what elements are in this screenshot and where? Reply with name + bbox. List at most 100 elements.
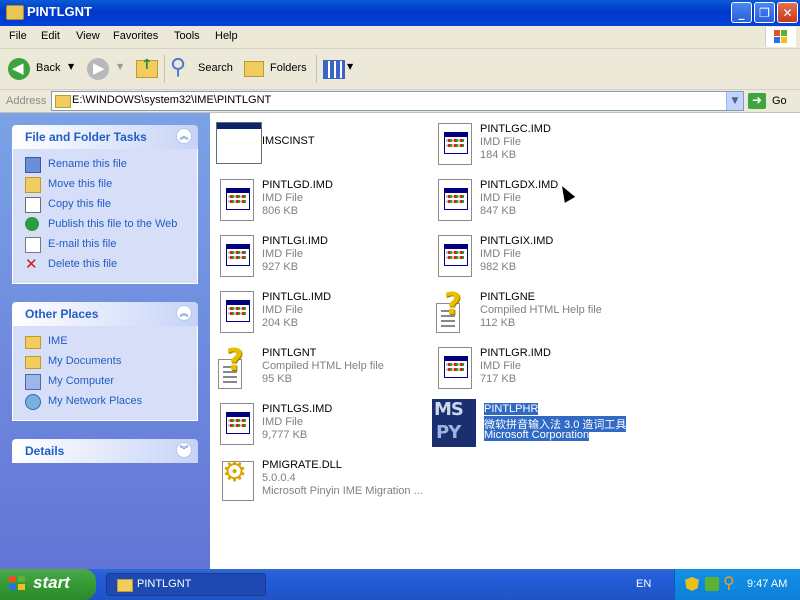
task-email[interactable]: E-mail this file [13,235,197,255]
search-icon[interactable]: ⚲ [723,573,737,592]
clock: 9:47 AM [747,578,788,590]
email-icon [25,237,41,253]
views-button[interactable]: ▼ [323,57,357,81]
task-rename[interactable]: Rename this file [13,155,197,175]
forward-arrow-icon: ▶ [87,58,109,80]
my-documents-icon [25,356,41,369]
system-tray: ⚲ 9:47 AM [674,569,800,600]
imd-file-icon [432,119,476,167]
place-my-computer[interactable]: My Computer [13,372,197,392]
menu-view[interactable]: View [76,30,100,42]
file-item[interactable]: PINTLGI.IMD IMD File 927 KB [214,231,424,283]
forward-button[interactable]: ▶ ▼ [87,57,125,81]
task-move[interactable]: Move this file [13,175,197,195]
security-shield-icon[interactable] [685,577,699,591]
search-button[interactable]: ⚲ Search [170,55,236,81]
mspy-icon: MS PY [432,399,476,447]
folders-icon [244,61,264,77]
start-button[interactable]: start [0,569,96,600]
folder-icon [25,336,41,349]
windows-flag-icon [9,576,27,592]
folder-icon [6,5,24,20]
file-item[interactable]: PINTLGR.IMD IMD File 717 KB [432,343,642,395]
details-panel: Details ︾ [12,439,198,463]
panel-header[interactable]: File and Folder Tasks ︽ [12,125,198,149]
chevron-up-icon[interactable]: ︽ [176,128,192,144]
help-file-icon: ? [432,287,476,335]
delete-x-icon: ✕ [25,255,38,273]
imd-file-icon [214,231,258,279]
taskbar: start PINTLGNT EN ⚲ 9:47 AM [0,569,800,600]
menu-bar: File Edit View Favorites Tools Help [0,26,800,49]
network-places-icon [25,394,41,410]
address-path: E:\WINDOWS\system32\IME\PINTLGNT [72,94,272,106]
file-item[interactable]: PINTLGL.IMD IMD File 204 KB [214,287,424,339]
menu-favorites[interactable]: Favorites [113,30,158,42]
maximize-button[interactable]: ❐ [754,2,775,23]
file-item[interactable]: PINTLGIX.IMD IMD File 982 KB [432,231,642,283]
copy-icon [25,197,41,213]
imd-file-icon [432,231,476,279]
file-item[interactable]: ⚙ PMIGRATE.DLL 5.0.0.4 Microsoft Pinyin … [214,455,424,507]
file-item[interactable]: PINTLGD.IMD IMD File 806 KB [214,175,424,227]
taskbar-item-pintlgnt[interactable]: PINTLGNT [106,573,266,596]
chevron-down-icon[interactable]: ▼ [726,92,743,110]
up-folder-button[interactable]: ↑ [136,57,160,81]
imd-file-icon [432,175,476,223]
rename-icon [25,157,41,173]
file-item[interactable]: PINTLGS.IMD IMD File 9,777 KB [214,399,424,451]
windows-logo-icon [765,27,796,47]
menu-tools[interactable]: Tools [174,30,200,42]
separator [164,55,165,83]
menu-file[interactable]: File [9,30,27,42]
window-title: PINTLGNT [27,4,92,19]
chevron-down-icon[interactable]: ▼ [117,62,123,71]
file-item-selected[interactable]: MS PY PINTLPHR 微软拼音输入法 3.0 造词工具 Microsof… [432,399,662,451]
task-publish[interactable]: Publish this file to the Web [13,215,197,235]
close-button[interactable]: ✕ [777,2,798,23]
panel-header[interactable]: Details ︾ [12,439,198,463]
address-label: Address [6,95,47,107]
file-item[interactable]: IMSCINST [214,119,424,171]
folder-icon [55,95,71,108]
minimize-button[interactable]: _ [731,2,752,23]
task-delete[interactable]: ✕ Delete this file [13,255,197,275]
file-item[interactable]: ? PINTLGNT Compiled HTML Help file 95 KB [214,343,424,395]
move-icon [25,177,41,193]
place-ime[interactable]: IME [13,332,197,352]
file-folder-tasks-panel: File and Folder Tasks ︽ Rename this file… [12,125,198,284]
help-file-icon: ? [214,343,258,391]
toolbar: ◀ Back ▼ ▶ ▼ ↑ ⚲ Search Folders ▼ [0,49,800,90]
address-input[interactable]: E:\WINDOWS\system32\IME\PINTLGNT ▼ [51,91,744,111]
chevron-down-icon: ▼ [347,62,354,71]
search-icon: ⚲ [170,55,187,80]
app-window-icon [214,119,262,167]
menu-help[interactable]: Help [215,30,238,42]
file-list: IMSCINST PINTLGC.IMD IMD File 184 KB PIN… [210,113,800,569]
panel-header[interactable]: Other Places ︽ [12,302,198,326]
imd-file-icon [214,175,258,223]
chevron-down-icon[interactable]: ︾ [176,442,192,458]
dll-gear-icon: ⚙ [214,455,258,503]
task-pane: File and Folder Tasks ︽ Rename this file… [0,113,210,569]
language-indicator[interactable]: EN [636,578,651,590]
place-my-documents[interactable]: My Documents [13,352,197,372]
back-button[interactable]: ◀ Back ▼ [8,57,80,81]
file-item[interactable]: PINTLGDX.IMD IMD File 847 KB [432,175,642,227]
folders-button[interactable]: Folders [242,57,310,81]
globe-icon [25,217,39,231]
task-copy[interactable]: Copy this file [13,195,197,215]
chevron-down-icon[interactable]: ▼ [68,62,74,71]
up-folder-icon: ↑ [136,57,158,78]
menu-edit[interactable]: Edit [41,30,60,42]
back-arrow-icon: ◀ [8,58,30,80]
file-item[interactable]: PINTLGC.IMD IMD File 184 KB [432,119,642,171]
other-places-panel: Other Places ︽ IME My Documents My Compu… [12,302,198,421]
imd-file-icon [214,287,258,335]
file-item[interactable]: ? PINTLGNE Compiled HTML Help file 112 K… [432,287,642,339]
my-computer-icon [25,374,41,390]
title-bar: PINTLGNT _ ❐ ✕ [0,0,800,26]
place-my-network[interactable]: My Network Places [13,392,197,412]
chevron-up-icon[interactable]: ︽ [176,305,192,321]
ime-tray-icon[interactable] [705,577,719,591]
